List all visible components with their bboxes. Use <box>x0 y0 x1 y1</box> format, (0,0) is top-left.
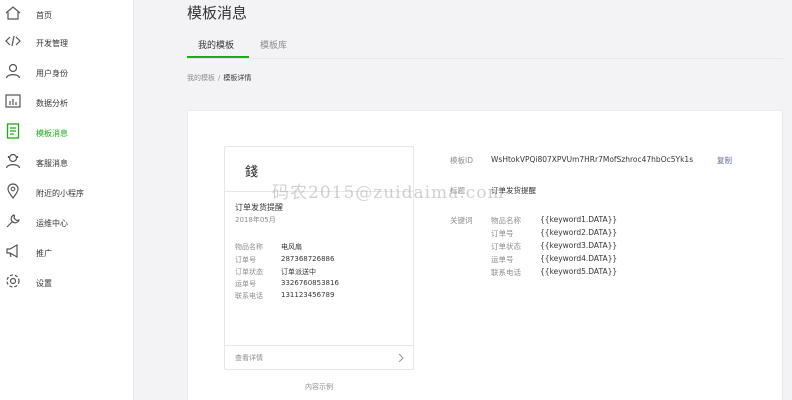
sidebar-item-template-messages[interactable]: 模板消息 <box>0 118 134 148</box>
sidebar: 首页 开发管理 用户身份 数据分析 模板消息 客服消息 附近的小程序 运维中心 … <box>0 0 134 400</box>
preview-row: 订单号 287368726886 <box>235 255 405 265</box>
preview-caption: 内容示例 <box>305 383 333 391</box>
keyword-row: 订单号 {{keyword2.DATA}} <box>450 228 750 240</box>
preview-row-value: 131123456789 <box>281 291 335 299</box>
sidebar-item-label: 首页 <box>36 10 52 20</box>
keyword-name: 订单号 <box>491 229 514 238</box>
keyword-data: {{keyword2.DATA}} <box>540 228 618 237</box>
preview-row-key: 联系电话 <box>235 292 263 300</box>
megaphone-icon <box>6 243 18 259</box>
preview-row-key: 订单号 <box>235 256 256 264</box>
home-icon <box>5 6 21 20</box>
sidebar-item-dev-management[interactable]: 开发管理 <box>0 28 134 58</box>
page-title: 模板消息 <box>187 4 248 22</box>
wrench-icon <box>6 214 20 228</box>
keyword-row: 物品名称 {{keyword1.DATA}} <box>450 215 750 227</box>
sidebar-item-settings[interactable]: 设置 <box>0 268 134 298</box>
keyword-name: 订单状态 <box>491 242 521 251</box>
sidebar-item-label: 客服消息 <box>36 158 68 168</box>
sidebar-item-label: 运维中心 <box>36 218 68 228</box>
keyword-data: {{keyword1.DATA}} <box>540 215 618 224</box>
keyword-row: 运单号 {{keyword4.DATA}} <box>450 254 750 266</box>
template-id-label: 模板ID <box>450 156 473 165</box>
keyword-name: 联系电话 <box>491 268 521 277</box>
keyword-name: 物品名称 <box>491 216 521 225</box>
sidebar-item-label: 设置 <box>36 278 52 288</box>
view-details-link[interactable]: 查看详情 <box>225 345 413 369</box>
tab-my-templates[interactable]: 我的模板 <box>198 38 234 51</box>
sidebar-item-label: 数据分析 <box>36 98 68 108</box>
user-icon <box>5 63 21 79</box>
preview-row-value: 电风扇 <box>281 243 302 251</box>
breadcrumb-current: 模板详情 <box>223 74 252 82</box>
sidebar-item-label: 模板消息 <box>36 128 68 138</box>
copy-template-id-button[interactable]: 复制 <box>717 155 732 166</box>
preview-logo: 錢 <box>245 165 259 180</box>
keyword-row: 订单状态 {{keyword3.DATA}} <box>450 241 750 253</box>
sidebar-item-data-analysis[interactable]: 数据分析 <box>0 88 134 118</box>
preview-row-key: 物品名称 <box>235 243 263 251</box>
preview-row: 联系电话 131123456789 <box>235 291 405 301</box>
template-detail-card: 錢 订单发货提醒 2018年05月 物品名称 电风扇 订单号 28736872688… <box>187 110 783 400</box>
code-icon <box>5 35 21 47</box>
preview-row: 运单号 3326760853816 <box>235 279 405 289</box>
chevron-right-icon <box>398 353 404 363</box>
preview-row-value: 3326760853816 <box>281 279 339 287</box>
tab-template-library[interactable]: 模板库 <box>260 38 287 51</box>
keyword-data: {{keyword3.DATA}} <box>540 241 618 250</box>
sidebar-item-label: 附近的小程序 <box>36 188 84 198</box>
keyword-data: {{keyword5.DATA}} <box>540 267 618 276</box>
active-tab-indicator <box>187 56 249 58</box>
keyword-row: 联系电话 {{keyword5.DATA}} <box>450 267 750 279</box>
template-id-row: 模板ID WsHtokVPQi807XPVUm7HRr7MofSzhroc47h… <box>450 155 770 167</box>
sidebar-item-label: 推广 <box>36 248 52 258</box>
document-icon <box>6 123 20 139</box>
sidebar-item-label: 用户身份 <box>36 68 68 78</box>
sidebar-item-user-identity[interactable]: 用户身份 <box>0 58 134 88</box>
preview-row-key: 订单状态 <box>235 268 263 276</box>
sidebar-item-customer-service[interactable]: 客服消息 <box>0 148 134 178</box>
sidebar-item-nearby-mini-programs[interactable]: 附近的小程序 <box>0 178 134 208</box>
keyword-name: 运单号 <box>491 255 514 264</box>
template-id-value: WsHtokVPQi807XPVUm7HRr7MofSzhroc47hbOc5Y… <box>491 155 694 164</box>
breadcrumb-parent[interactable]: 我的模板 <box>187 74 215 82</box>
tab-bar: 我的模板 模板库 <box>187 34 783 59</box>
gear-icon <box>6 274 20 288</box>
keyword-data: {{keyword4.DATA}} <box>540 254 618 263</box>
watermark: 码农2015@zuidaima.com <box>272 183 505 203</box>
preview-date: 2018年05月 <box>235 216 276 224</box>
preview-row-value: 订单派送中 <box>281 268 316 276</box>
breadcrumb: 我的模板 / 模板详情 <box>187 73 251 83</box>
breadcrumb-separator: / <box>218 74 221 82</box>
preview-title: 订单发货提醒 <box>235 203 283 212</box>
location-icon <box>7 183 19 199</box>
view-details-label: 查看详情 <box>235 354 263 362</box>
sidebar-item-ops-center[interactable]: 运维中心 <box>0 208 134 238</box>
preview-row: 物品名称 电风扇 <box>235 242 405 252</box>
sidebar-item-promotion[interactable]: 推广 <box>0 238 134 268</box>
sidebar-item-label: 开发管理 <box>36 38 68 48</box>
sidebar-item-home[interactable]: 首页 <box>0 0 134 30</box>
preview-row-value: 287368726886 <box>281 255 335 263</box>
customer-service-icon <box>5 153 21 169</box>
preview-row-key: 运单号 <box>235 280 256 288</box>
preview-row: 订单状态 订单派送中 <box>235 267 405 277</box>
bar-chart-icon <box>5 94 21 108</box>
